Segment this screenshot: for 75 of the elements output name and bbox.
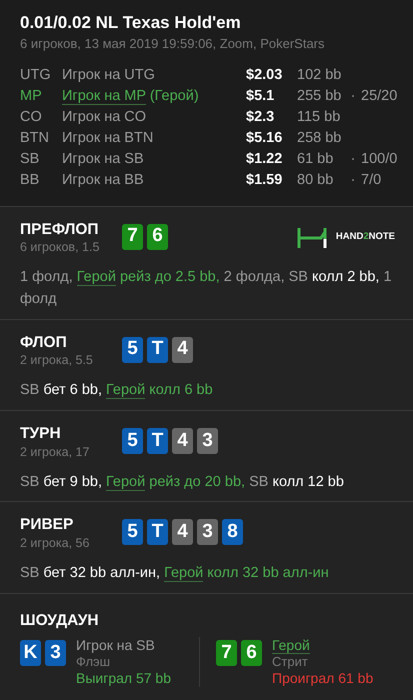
action-text: SB бет 6 bb, Герой колл 6 bb <box>20 381 214 402</box>
hand-rank: Стрит <box>272 654 309 670</box>
player-position: UTG <box>20 66 52 86</box>
player-bb: 102 bb <box>297 66 342 86</box>
player-bb: 61 bb <box>297 150 334 170</box>
hand-title: 0.01/0.02 NL Texas Hold'em <box>20 12 242 34</box>
hero-tag: (Герой) <box>150 88 199 104</box>
playing-card: 6 <box>241 640 262 666</box>
player-stack: $2.3 <box>246 108 276 128</box>
hero-link[interactable]: Герой <box>272 637 310 654</box>
player-name: Игрок на SB <box>76 637 155 654</box>
player-stack: $5.16 <box>246 129 284 148</box>
playing-card: 4 <box>172 519 193 546</box>
player-stack: $1.22 <box>246 150 284 170</box>
street-title: ПРЕФЛОП <box>20 220 100 238</box>
playing-card: T <box>147 428 168 454</box>
hand-subtitle: 6 игроков, 13 мая 2019 19:59:06, Zoom, PokerStars <box>20 35 326 54</box>
playing-card: 8 <box>222 519 243 546</box>
player-stats: 7/0 <box>361 171 382 190</box>
hero-link[interactable]: Герой <box>164 564 204 582</box>
player-stats: 100/0 <box>361 150 398 170</box>
showdown-title: ШОУДАУН <box>20 612 100 630</box>
street-info: 2 игрока, 17 <box>20 444 90 461</box>
street-info: 2 игрока, 56 <box>20 535 90 552</box>
action-text: SB бет 9 bb, Герой рейз до 20 bb, SB колл 12 bb <box>20 472 345 493</box>
logo-text: HAND2NOTE <box>336 230 395 244</box>
playing-card: K <box>20 640 41 666</box>
player-bb: 115 bb <box>297 108 342 128</box>
player-position: BB <box>20 171 40 190</box>
player-position: CO <box>20 108 43 128</box>
player-position: SB <box>20 150 40 170</box>
player-stats: 25/20 <box>361 87 398 106</box>
playing-card: 3 <box>197 519 218 546</box>
hand-result: Проиграл 61 bb <box>272 670 374 687</box>
player-bb: 80 bb <box>297 171 334 190</box>
player-name: Игрок на BTN <box>62 130 154 146</box>
playing-card: T <box>147 336 168 363</box>
hand-result: Выиграл 57 bb <box>76 670 171 687</box>
street-title: ТУРН <box>20 424 62 443</box>
playing-card: 4 <box>172 336 193 363</box>
player-name: Игрок на SB <box>62 151 144 168</box>
action-text: 1 фолд, Герой рейз до 2.5 bb, 2 фолда, SB колл 2 bb, 1 фолд <box>20 268 393 309</box>
player-position: MP <box>20 87 43 106</box>
player-name: Игрок на CO <box>62 109 146 126</box>
player-name: Игрок на UTG <box>62 67 155 84</box>
hero-link[interactable]: Герой <box>106 382 146 400</box>
playing-card: 5 <box>122 519 143 546</box>
separator-dot: · <box>350 150 356 170</box>
street-info: 6 игроков, 1.5 <box>20 239 100 256</box>
hero-link[interactable]: Герой <box>76 269 116 286</box>
playing-card: 6 <box>147 224 168 250</box>
street-title: РИВЕР <box>20 516 74 534</box>
player-position: BTN <box>20 129 50 148</box>
player-stack: $2.03 <box>246 66 284 86</box>
street-title: ФЛОП <box>20 334 68 352</box>
player-stack: $1.59 <box>246 171 284 190</box>
player-stack: $5.1 <box>246 87 276 106</box>
playing-card: 3 <box>197 428 218 454</box>
player-bb: 258 bb <box>297 129 342 148</box>
hero-link[interactable]: Герой <box>106 474 146 491</box>
playing-card: 5 <box>122 428 143 454</box>
action-text: SB бет 32 bb алл-ин, Герой колл 32 bb алл-ин <box>20 564 330 584</box>
playing-card: 7 <box>122 224 143 250</box>
hand-rank: Флэш <box>76 654 112 670</box>
street-info: 2 игрока, 5.5 <box>20 352 94 370</box>
playing-card: 7 <box>216 640 237 666</box>
separator-dot: · <box>350 171 356 190</box>
separator-dot: · <box>350 87 356 106</box>
playing-card: T <box>147 519 168 546</box>
playing-card: 3 <box>45 640 66 666</box>
playing-card: 4 <box>172 428 193 454</box>
player-bb: 255 bb <box>297 87 342 106</box>
player-link[interactable]: Игрок на MP <box>62 88 146 106</box>
player-name: Игрок на BB <box>62 172 144 188</box>
playing-card: 5 <box>122 336 143 363</box>
